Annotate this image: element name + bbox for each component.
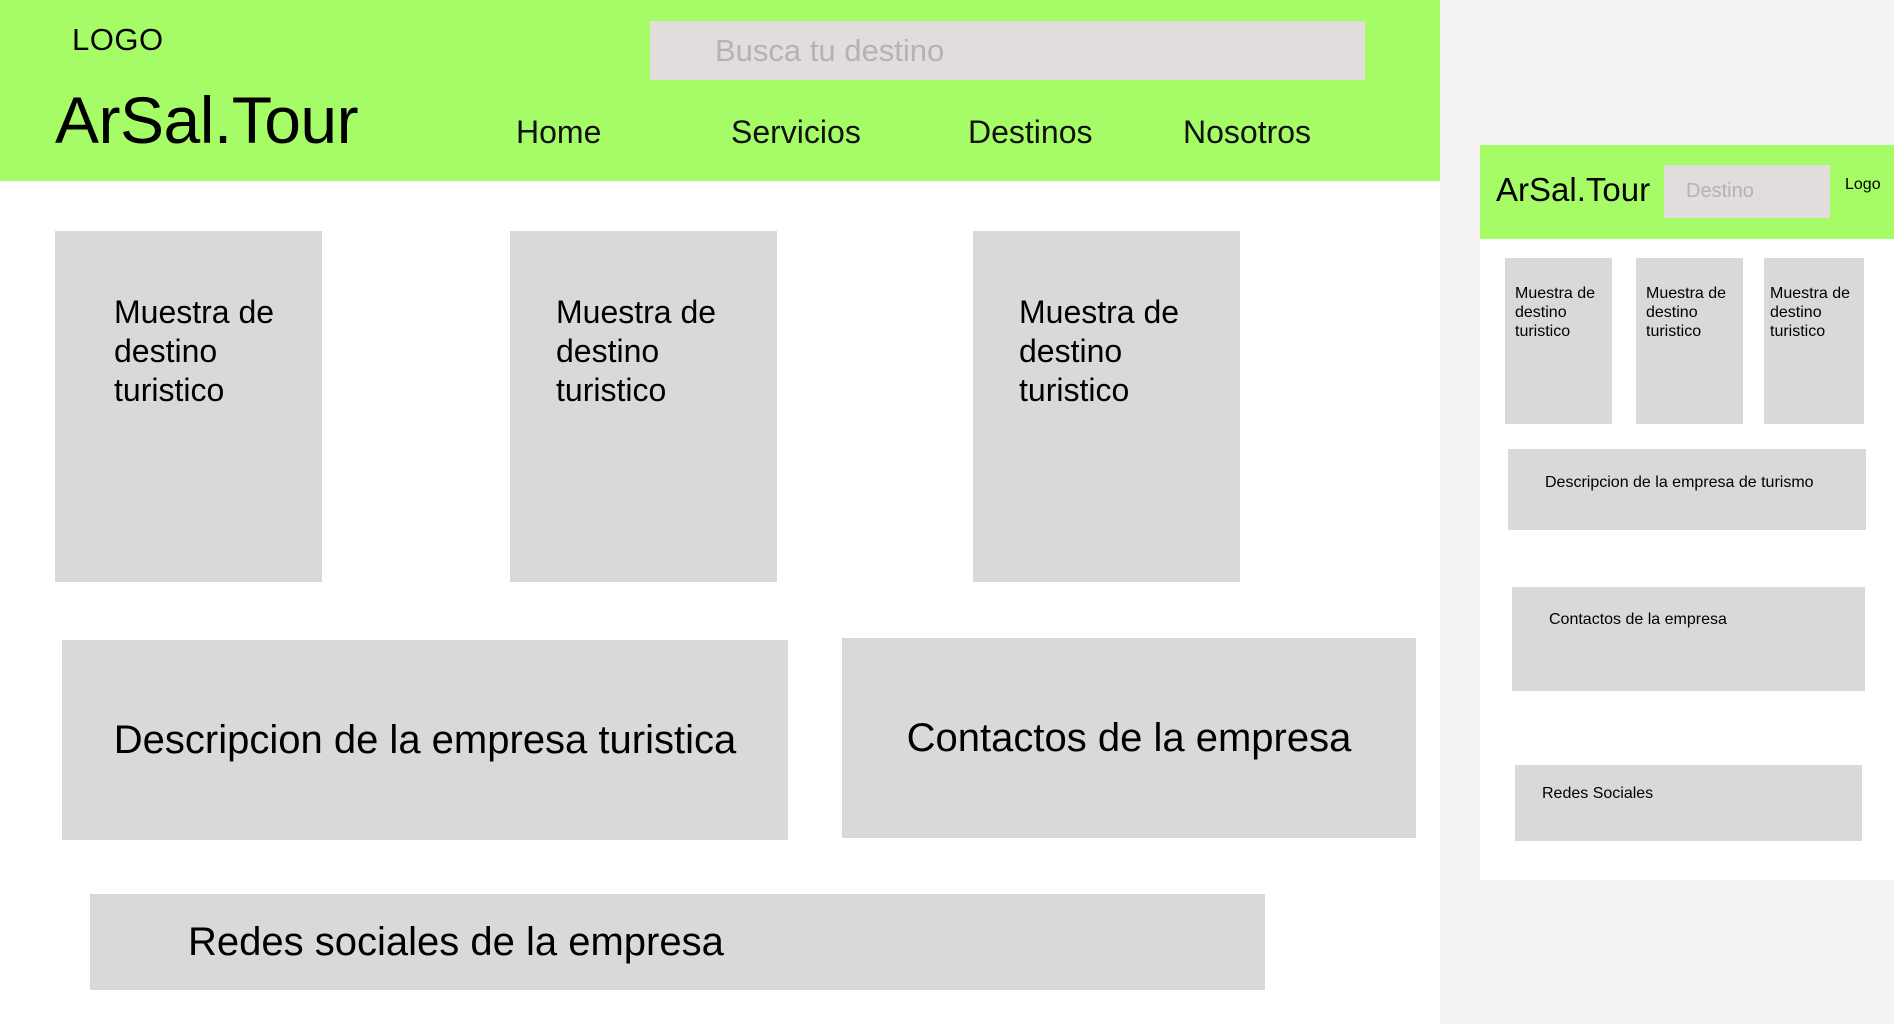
social-links-block[interactable]: Redes Sociales: [1515, 765, 1862, 841]
destination-card[interactable]: Muestra de destino turistico: [973, 231, 1240, 582]
destination-card[interactable]: Muestra de destino turistico: [1764, 258, 1864, 424]
destination-card[interactable]: Muestra de destino turistico: [55, 231, 322, 582]
company-contacts-text: Contactos de la empresa: [906, 715, 1352, 760]
destination-card[interactable]: Muestra de destino turistico: [1636, 258, 1743, 424]
social-links-block[interactable]: Redes sociales de la empresa: [90, 894, 1265, 990]
social-links-text: Redes sociales de la empresa: [188, 919, 724, 964]
company-contacts-text: Contactos de la empresa: [1549, 611, 1727, 628]
destination-card-label: Muestra de destino turistico: [114, 294, 275, 408]
nav-servicios-link[interactable]: Servicios: [731, 114, 861, 151]
brand-title[interactable]: ArSal.Tour: [1496, 171, 1650, 209]
search-input[interactable]: [1664, 165, 1830, 218]
company-description-text: Descripcion de la empresa de turismo: [1545, 474, 1814, 491]
destination-card[interactable]: Muestra de destino turistico: [1505, 258, 1612, 424]
destination-card-label: Muestra de destino turistico: [1019, 294, 1180, 408]
destination-card-label: Muestra de destino turistico: [1646, 285, 1727, 340]
desktop-frame: LOGO ArSal.Tour Home Servicios Destinos …: [0, 0, 1440, 1024]
destination-card-label: Muestra de destino turistico: [556, 294, 717, 408]
mobile-header: ArSal.Tour Logo: [1480, 145, 1894, 239]
social-links-text: Redes Sociales: [1542, 785, 1654, 802]
company-description-text: Descripcion de la empresa turistica: [113, 717, 737, 762]
mobile-frame: ArSal.Tour Logo Muestra de destino turis…: [1480, 145, 1894, 880]
company-description-block: Descripcion de la empresa de turismo: [1508, 449, 1866, 530]
company-contacts-block: Contactos de la empresa: [842, 638, 1416, 838]
nav-home-link[interactable]: Home: [516, 114, 601, 151]
destination-card[interactable]: Muestra de destino turistico: [510, 231, 777, 582]
company-description-block: Descripcion de la empresa turistica: [62, 640, 788, 840]
logo-placeholder[interactable]: Logo: [1845, 176, 1881, 194]
brand-title[interactable]: ArSal.Tour: [55, 82, 359, 158]
search-input[interactable]: [650, 21, 1365, 80]
nav-destinos-link[interactable]: Destinos: [968, 114, 1093, 151]
destination-card-label: Muestra de destino turistico: [1770, 285, 1851, 340]
nav-nosotros-link[interactable]: Nosotros: [1183, 114, 1311, 151]
destination-card-label: Muestra de destino turistico: [1515, 285, 1596, 340]
logo-placeholder[interactable]: LOGO: [72, 22, 164, 58]
desktop-header: LOGO ArSal.Tour Home Servicios Destinos …: [0, 0, 1440, 181]
company-contacts-block: Contactos de la empresa: [1512, 587, 1865, 691]
